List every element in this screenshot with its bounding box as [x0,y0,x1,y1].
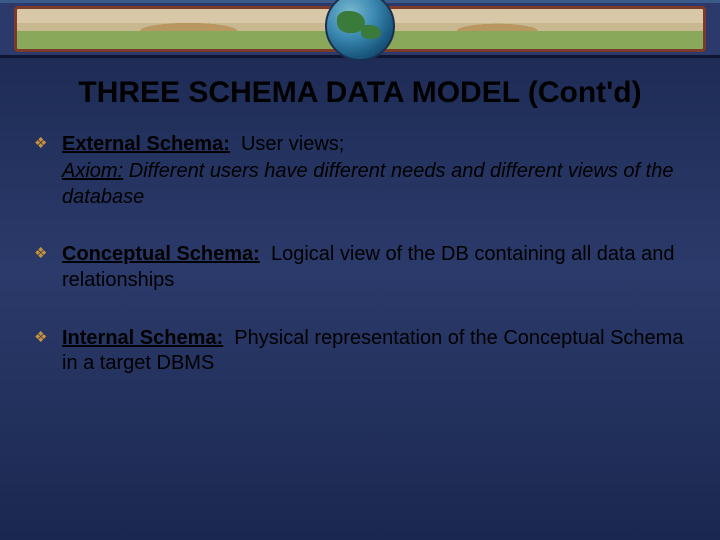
bullet-external-schema: External Schema: User views; Axiom: Diff… [34,132,686,211]
bullet-label: Internal Schema: [62,327,223,349]
bullet-label: Conceptual Schema: [62,243,260,265]
bullet-text: User views; [241,133,344,155]
axiom-lead: Axiom: [62,160,123,182]
axiom-line: Axiom: Different users have different ne… [62,159,686,210]
bullet-list: External Schema: User views; Axiom: Diff… [28,132,692,377]
bullet-label: External Schema: [62,133,230,155]
slide-content: THREE SCHEMA DATA MODEL (Cont'd) Externa… [0,58,720,377]
bullet-internal-schema: Internal Schema: Physical representation… [34,326,686,377]
bullet-conceptual-schema: Conceptual Schema: Logical view of the D… [34,242,686,293]
slide-title: THREE SCHEMA DATA MODEL (Cont'd) [28,76,692,110]
header-decoration [0,0,720,58]
